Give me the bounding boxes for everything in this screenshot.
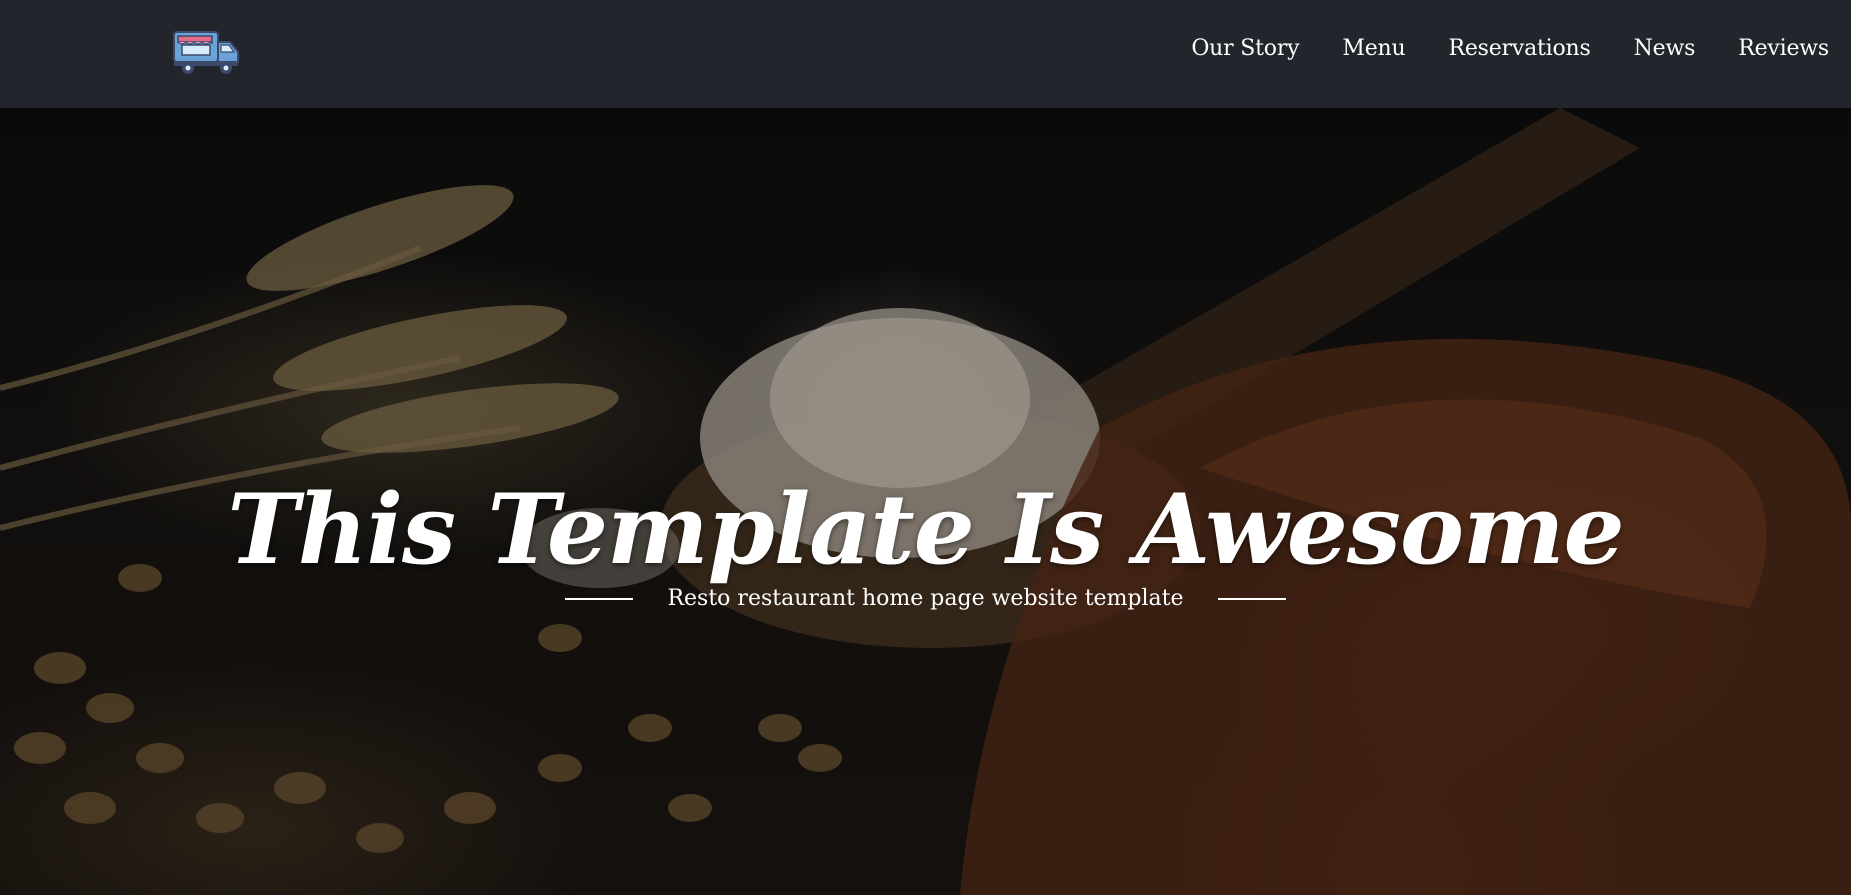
nav-link-reviews[interactable]: Reviews — [1738, 36, 1829, 61]
nav-link-our-story[interactable]: Our Story — [1191, 36, 1299, 61]
subtitle-divider-left — [565, 597, 634, 600]
nav-link-reservations[interactable]: Reservations — [1448, 36, 1590, 61]
hero-section: This Template Is Awesome Resto restauran… — [0, 108, 1851, 895]
top-navbar: Our Story Menu Reservations News Reviews — [0, 0, 1851, 108]
hero-subtitle-row: Resto restaurant home page website templ… — [0, 586, 1851, 611]
hero-title: This Template Is Awesome — [227, 473, 1624, 587]
nav-link-news[interactable]: News — [1634, 36, 1696, 61]
nav-link-menu[interactable]: Menu — [1342, 36, 1405, 61]
subtitle-divider-right — [1217, 597, 1286, 600]
hero-subtitle: Resto restaurant home page website templ… — [667, 586, 1184, 611]
main-navigation: Our Story Menu Reservations News Reviews — [1191, 0, 1829, 96]
food-truck-icon[interactable] — [172, 28, 242, 76]
